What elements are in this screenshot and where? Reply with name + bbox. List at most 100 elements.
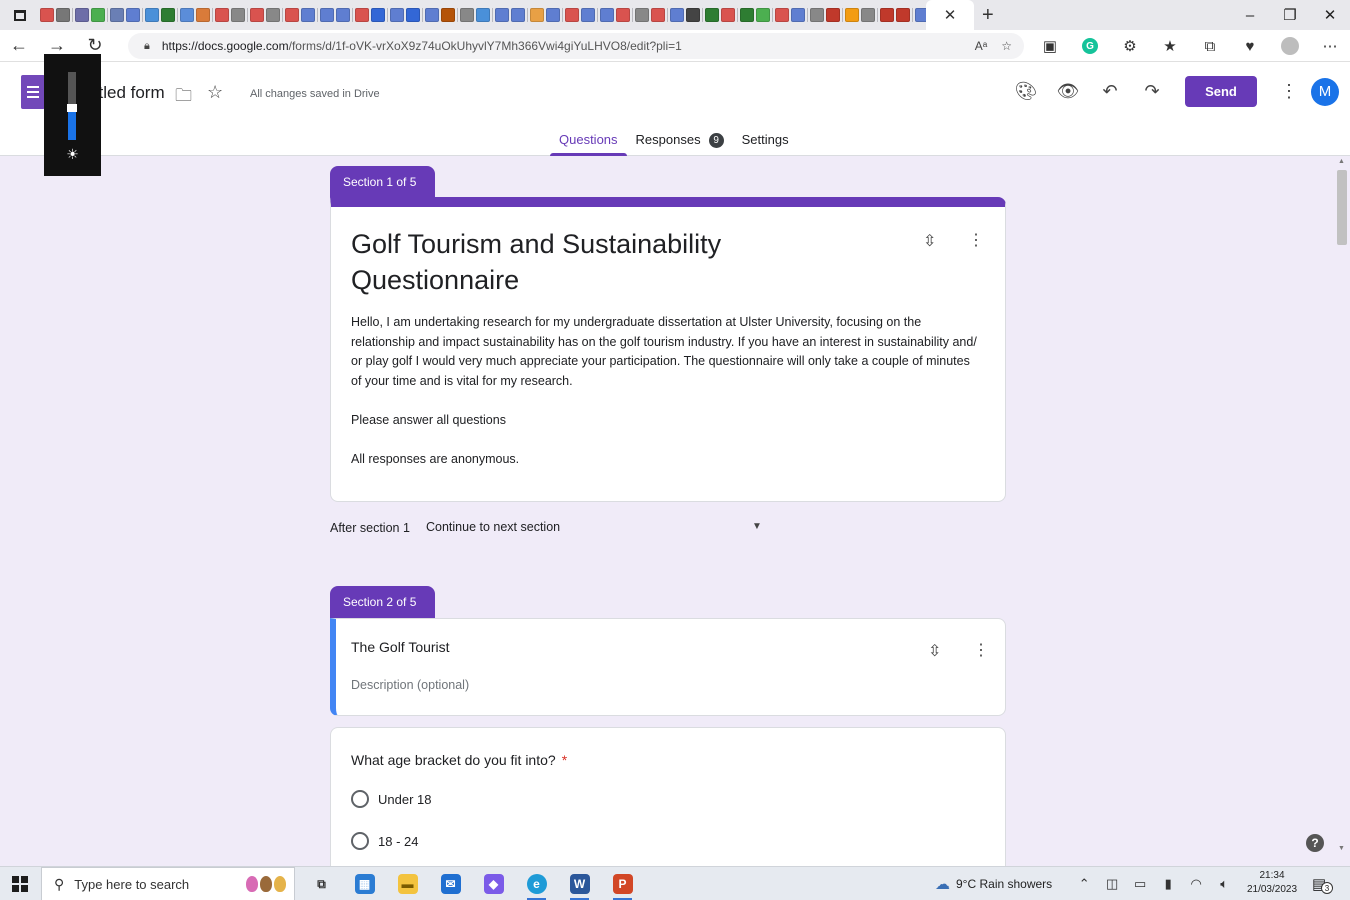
scrollbar-thumb[interactable] xyxy=(1337,170,1347,245)
url-field[interactable]: 🔒︎ https://docs.google.com/forms/d/1f-oV… xyxy=(128,33,1024,59)
radio-button[interactable] xyxy=(351,790,369,808)
tab-favicon[interactable] xyxy=(215,8,229,22)
tab-favicon[interactable] xyxy=(600,8,614,22)
tab-favicon[interactable] xyxy=(740,8,754,22)
send-button[interactable]: Send xyxy=(1185,76,1257,107)
question-card[interactable]: What age bracket do you fit into? * Under… xyxy=(330,727,1006,867)
taskbar-app-edge[interactable]: e xyxy=(515,867,558,900)
tab-favicon[interactable] xyxy=(511,8,525,22)
preview-eye-icon[interactable]: 👁︎ xyxy=(1047,81,1089,102)
tab-favicon[interactable] xyxy=(581,8,595,22)
brightness-thumb[interactable] xyxy=(67,104,77,112)
tab-favicon[interactable] xyxy=(425,8,439,22)
collapse-section-icon[interactable]: ⇳ xyxy=(928,641,941,661)
tab-favicon[interactable] xyxy=(285,8,299,22)
notifications-icon[interactable]: ▤ 3 xyxy=(1312,875,1333,894)
forms-logo-icon[interactable] xyxy=(21,75,45,109)
clock[interactable]: 21:34 21/03/2023 xyxy=(1243,869,1301,897)
weather-icon[interactable]: ☁ xyxy=(935,875,950,893)
taskbar-search[interactable]: ⚲ Type here to search xyxy=(41,867,295,900)
start-button-icon[interactable] xyxy=(12,876,28,892)
tab-favicon[interactable] xyxy=(635,8,649,22)
tab-favicon[interactable] xyxy=(441,8,455,22)
tab-favicon[interactable] xyxy=(565,8,579,22)
tab-favicon[interactable] xyxy=(670,8,684,22)
tab-favicon[interactable] xyxy=(845,8,859,22)
scroll-up-arrow[interactable]: ▲ xyxy=(1338,158,1345,165)
dropdown-caret-icon[interactable]: ▼ xyxy=(752,521,762,532)
form-description[interactable]: Hello, I am undertaking research for my … xyxy=(351,313,981,469)
tab-favicon[interactable] xyxy=(180,8,194,22)
tab-favicon[interactable] xyxy=(530,8,544,22)
form-title[interactable]: titled form xyxy=(90,83,165,103)
tab-favicon[interactable] xyxy=(110,8,124,22)
taskbar-app-copilot-app[interactable]: ◆ xyxy=(472,867,515,900)
taskbar-app-powerpoint[interactable]: P xyxy=(601,867,644,900)
radio-button[interactable] xyxy=(351,832,369,850)
redo-icon[interactable]: ↷ xyxy=(1131,81,1173,102)
tab-responses[interactable]: Responses 9 xyxy=(627,126,733,156)
tab-favicon[interactable] xyxy=(705,8,719,22)
page-scrollbar[interactable]: ▲ ▼ xyxy=(1334,156,1350,866)
star-icon[interactable]: ☆ xyxy=(207,82,223,103)
tab-favicon[interactable] xyxy=(495,8,509,22)
tab-favicon[interactable] xyxy=(460,8,474,22)
add-favorite-icon[interactable]: ☆ xyxy=(1001,39,1012,53)
undo-icon[interactable]: ↶ xyxy=(1089,81,1131,102)
account-avatar[interactable]: M xyxy=(1311,77,1339,106)
brightness-slider[interactable] xyxy=(67,72,77,140)
tab-favicon[interactable] xyxy=(145,8,159,22)
lock-icon[interactable]: 🔒︎ xyxy=(144,40,150,53)
favorites-icon[interactable]: ★ xyxy=(1150,37,1190,55)
taskbar-app-microsoft-store[interactable]: ▦ xyxy=(343,867,386,900)
tab-favicon[interactable] xyxy=(196,8,210,22)
tab-favicon[interactable] xyxy=(756,8,770,22)
tab-favicon[interactable] xyxy=(231,8,245,22)
active-tab[interactable]: ✕ xyxy=(926,0,974,30)
volume-icon[interactable]: 🔈︎ xyxy=(1210,876,1238,892)
close-tab-icon[interactable]: ✕ xyxy=(944,6,957,24)
section-more-icon[interactable]: ⋮ xyxy=(973,640,989,660)
section-title[interactable]: The Golf Tourist xyxy=(351,639,450,655)
palette-icon[interactable]: 🎨︎ xyxy=(1005,81,1047,102)
taskbar-app-mail[interactable]: ✉ xyxy=(429,867,472,900)
tab-favicon[interactable] xyxy=(250,8,264,22)
close-window-button[interactable]: ✕ xyxy=(1310,0,1350,30)
question-title[interactable]: What age bracket do you fit into? * xyxy=(351,752,567,768)
section-more-icon[interactable]: ⋮ xyxy=(968,230,984,250)
tab-favicon[interactable] xyxy=(56,8,70,22)
display-icon[interactable]: ▭ xyxy=(1126,876,1154,892)
tab-favicon[interactable] xyxy=(861,8,875,22)
tab-favicon[interactable] xyxy=(896,8,910,22)
meet-now-icon[interactable]: ◫ xyxy=(1098,876,1126,892)
tab-favicon[interactable] xyxy=(810,8,824,22)
new-tab-button[interactable]: + xyxy=(982,4,994,27)
collections-icon[interactable]: ⧉ xyxy=(1190,38,1230,55)
restore-button[interactable]: ❐ xyxy=(1270,0,1310,30)
scroll-down-arrow[interactable]: ▼ xyxy=(1338,845,1345,852)
tab-favicon[interactable] xyxy=(266,8,280,22)
tab-favicon[interactable] xyxy=(371,8,385,22)
tab-favicon[interactable] xyxy=(775,8,789,22)
taskbar-app-word[interactable]: W xyxy=(558,867,601,900)
tab-favicon[interactable] xyxy=(75,8,89,22)
browser-essentials-icon[interactable]: ♥ xyxy=(1230,38,1270,55)
tab-favicon[interactable] xyxy=(546,8,560,22)
radio-option[interactable]: 18 - 24 xyxy=(351,832,418,850)
battery-icon[interactable]: ▮ xyxy=(1154,876,1182,892)
tab-favicon[interactable] xyxy=(476,8,490,22)
more-options-icon[interactable]: ⋮ xyxy=(1279,81,1299,102)
tab-actions-button[interactable] xyxy=(0,0,40,30)
back-button[interactable]: ← xyxy=(0,30,38,62)
tab-favicon[interactable] xyxy=(320,8,334,22)
taskbar-app-task-view[interactable]: ⧉ xyxy=(300,867,343,900)
read-aloud-icon[interactable]: Aᵃ xyxy=(975,39,987,53)
tab-favicon[interactable] xyxy=(336,8,350,22)
grammarly-button[interactable]: G xyxy=(1070,38,1110,54)
tab-favicon[interactable] xyxy=(355,8,369,22)
tab-favicon[interactable] xyxy=(826,8,840,22)
tab-favicon[interactable] xyxy=(126,8,140,22)
help-icon[interactable]: ? xyxy=(1306,834,1324,852)
tab-favicon[interactable] xyxy=(915,8,926,22)
tab-favicon[interactable] xyxy=(721,8,735,22)
